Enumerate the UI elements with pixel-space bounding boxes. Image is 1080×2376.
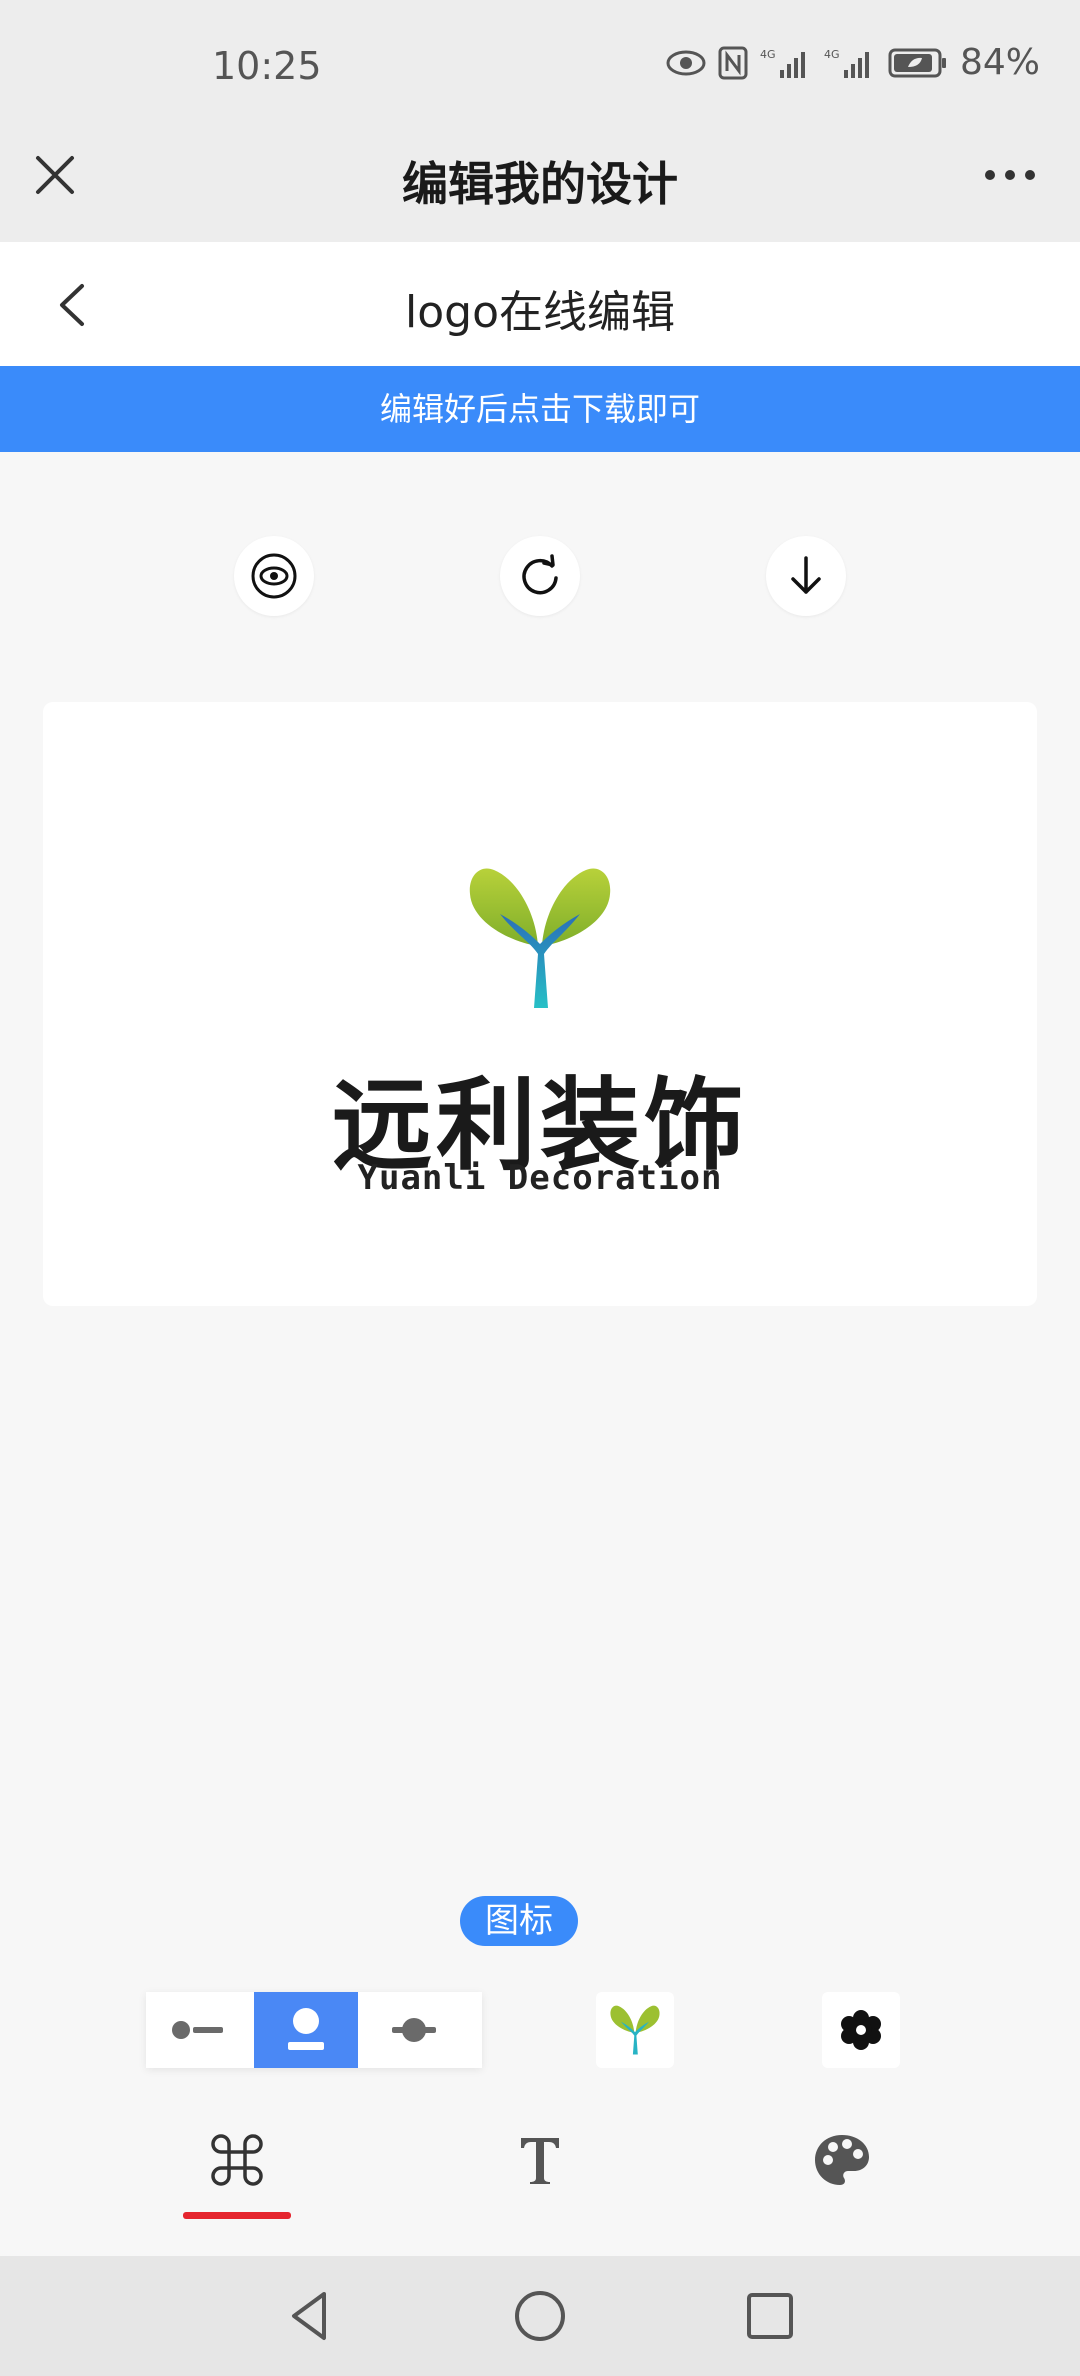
- icon-left-layout-icon: [172, 2021, 223, 2039]
- signal-icon-2: 4G: [824, 46, 876, 80]
- preview-button[interactable]: [234, 536, 314, 616]
- tab-color[interactable]: [802, 2120, 882, 2200]
- layout-icon-center-option[interactable]: [362, 1992, 466, 2068]
- battery-icon: [888, 47, 948, 79]
- download-button[interactable]: [766, 536, 846, 616]
- layout-icon-left-option[interactable]: [146, 1992, 250, 2068]
- nfc-icon: [718, 46, 748, 80]
- text-t-icon: [521, 2138, 559, 2184]
- reset-button[interactable]: [500, 536, 580, 616]
- eye-preview-icon: [251, 553, 297, 599]
- more-options-icon[interactable]: [980, 160, 1040, 190]
- icon-center-layout-icon: [392, 2018, 436, 2042]
- refresh-icon: [522, 554, 558, 595]
- flower-settings-icon: [841, 2010, 881, 2050]
- status-icons: 4G 4G 84%: [666, 42, 1040, 83]
- layout-icon-top-option[interactable]: [254, 1992, 358, 2068]
- tab-icon[interactable]: [197, 2120, 277, 2200]
- icon-style-button[interactable]: [822, 1992, 900, 2068]
- status-time: 10:25: [212, 44, 322, 88]
- download-hint-banner: 编辑好后点击下载即可: [0, 366, 1080, 452]
- tree-logo-icon[interactable]: [460, 858, 620, 1018]
- system-home-icon[interactable]: [510, 2286, 570, 2346]
- svg-text:4G: 4G: [824, 48, 840, 61]
- tree-logo-thumb-icon: [610, 2005, 660, 2055]
- layout-section-label: 图标: [460, 1896, 578, 1946]
- battery-percent: 84%: [959, 42, 1040, 83]
- palette-icon: [815, 2135, 869, 2185]
- tab-text[interactable]: [500, 2120, 580, 2200]
- active-tab-indicator: [183, 2212, 291, 2219]
- system-recents-icon[interactable]: [740, 2286, 800, 2346]
- command-key-icon: [211, 2134, 263, 2186]
- svg-text:4G: 4G: [760, 48, 776, 61]
- eye-icon: [666, 49, 706, 77]
- page-title: logo在线编辑: [405, 287, 675, 338]
- layout-selector: [146, 1992, 482, 2068]
- app-title: 编辑我的设计: [402, 157, 678, 211]
- download-arrow-icon: [791, 556, 821, 594]
- system-back-icon[interactable]: [280, 2286, 340, 2346]
- signal-icon: 4G: [760, 46, 812, 80]
- icon-select-button[interactable]: [596, 1992, 674, 2068]
- icon-top-layout-icon: [288, 2008, 324, 2050]
- logo-english-name[interactable]: Yuanli Decoration: [0, 1158, 1080, 1198]
